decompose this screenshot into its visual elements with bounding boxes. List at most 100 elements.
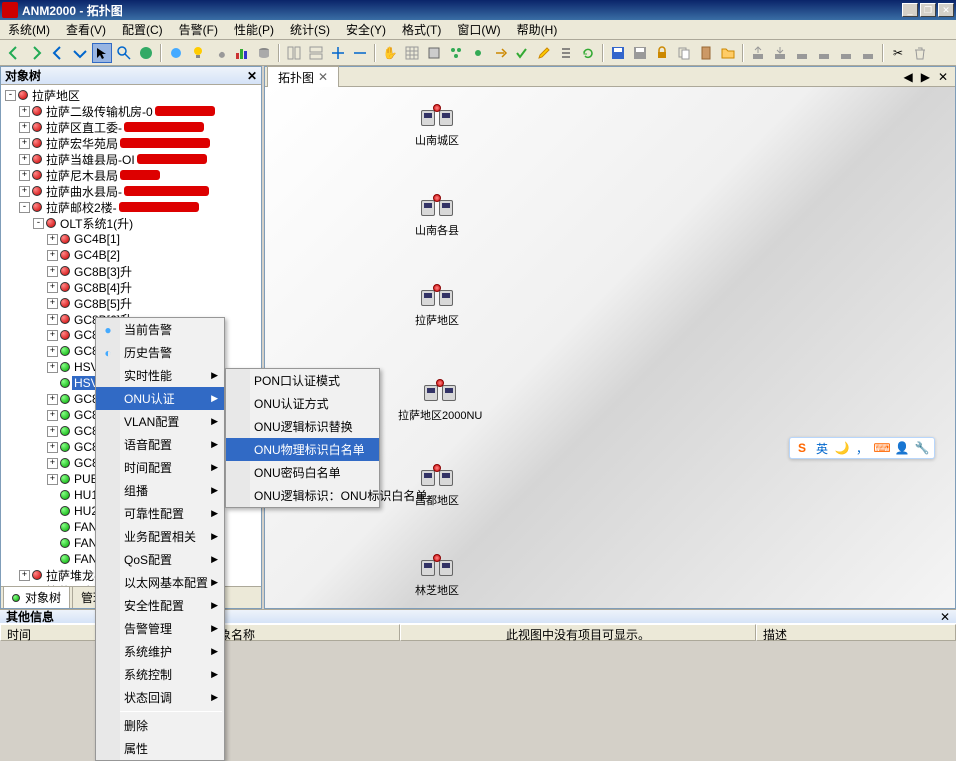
ime-user-icon[interactable]: 👤 — [894, 440, 910, 456]
menu-item[interactable]: 实时性能▶ — [96, 364, 224, 387]
expand-icon[interactable]: + — [19, 154, 30, 165]
ime-moon-icon[interactable]: 🌙 — [834, 440, 850, 456]
tab-topology[interactable]: 拓扑图 ✕ — [267, 66, 339, 88]
tool-lock-icon[interactable] — [652, 43, 672, 63]
tool-list-icon[interactable] — [556, 43, 576, 63]
menu-item[interactable]: 系统控制▶ — [96, 663, 224, 686]
tool-check-icon[interactable] — [512, 43, 532, 63]
expand-icon[interactable]: + — [47, 394, 58, 405]
tool-cut-icon[interactable]: ✂ — [888, 43, 908, 63]
ime-lang-button[interactable]: 英 — [814, 440, 830, 456]
tree-node[interactable]: -OLT系统1(升) — [1, 215, 261, 231]
tool-export-icon[interactable] — [836, 43, 856, 63]
expand-icon[interactable]: - — [5, 90, 16, 101]
tool-grid-icon[interactable] — [402, 43, 422, 63]
expand-icon[interactable]: + — [19, 170, 30, 181]
topology-canvas[interactable]: S 英 🌙 ， ⌨ 👤 🔧 山南城区山南各县拉萨地区拉萨地区2000NU昌都地区… — [265, 87, 955, 608]
menu-item[interactable]: ONU认证▶ — [96, 387, 224, 410]
menu-item[interactable]: 组播▶ — [96, 479, 224, 502]
tree-root[interactable]: -拉萨地区 — [1, 87, 261, 103]
tool-disk-icon[interactable] — [254, 43, 274, 63]
menu-item[interactable]: 告警管理▶ — [96, 617, 224, 640]
menu-item[interactable]: 属性 — [96, 737, 224, 760]
context-menu[interactable]: ●当前告警◐历史告警实时性能▶ONU认证▶VLAN配置▶语音配置▶时间配置▶组播… — [95, 317, 225, 761]
menu-item[interactable]: VLAN配置▶ — [96, 410, 224, 433]
tree-node[interactable]: +拉萨当雄县局-OI — [1, 151, 261, 167]
topology-node[interactable]: 拉萨地区 — [415, 282, 459, 328]
expand-icon[interactable]: + — [19, 138, 30, 149]
submenu-item[interactable]: ONU认证方式 — [226, 392, 379, 415]
tool-alarm-icon[interactable] — [166, 43, 186, 63]
tree-node[interactable]: +拉萨二级传输机房-0 — [1, 103, 261, 119]
expand-icon[interactable]: + — [19, 106, 30, 117]
tool-paste-icon[interactable] — [696, 43, 716, 63]
menu-item[interactable]: 安全(Y) — [338, 19, 394, 40]
tool-save-icon[interactable] — [608, 43, 628, 63]
tool-group-icon[interactable] — [446, 43, 466, 63]
tool-refresh-icon[interactable] — [578, 43, 598, 63]
menu-item[interactable]: 帮助(H) — [509, 19, 566, 40]
tool-download-icon[interactable] — [770, 43, 790, 63]
tab-close-icon[interactable]: ✕ — [318, 70, 328, 84]
menu-item[interactable]: 时间配置▶ — [96, 456, 224, 479]
submenu-item[interactable]: ONU密码白名单 — [226, 461, 379, 484]
panel-close-icon[interactable]: ✕ — [247, 69, 257, 83]
tree-node[interactable]: +拉萨尼木县局 — [1, 167, 261, 183]
menu-item[interactable]: 删除 — [96, 714, 224, 737]
ime-settings-icon[interactable]: 🔧 — [914, 440, 930, 456]
tool-server-icon[interactable] — [424, 43, 444, 63]
expand-icon[interactable]: + — [47, 426, 58, 437]
tool-expand-icon[interactable] — [328, 43, 348, 63]
menu-item[interactable]: 以太网基本配置▶ — [96, 571, 224, 594]
tree-node[interactable]: +拉萨宏华苑局 — [1, 135, 261, 151]
tab-object-tree[interactable]: 对象树 — [3, 586, 70, 608]
maximize-button[interactable]: ❐ — [920, 3, 936, 17]
tree-node[interactable]: +拉萨区直工委- — [1, 119, 261, 135]
expand-icon[interactable]: + — [47, 442, 58, 453]
tree-node[interactable]: +GC4B[1] — [1, 231, 261, 247]
menu-item[interactable]: 查看(V) — [58, 19, 114, 40]
tool-import-icon[interactable] — [858, 43, 878, 63]
expand-icon[interactable]: + — [47, 458, 58, 469]
tab-closeall-icon[interactable]: ✕ — [935, 70, 951, 84]
menu-item[interactable]: 安全性配置▶ — [96, 594, 224, 617]
expand-icon[interactable]: - — [33, 218, 44, 229]
submenu-item[interactable]: ONU逻辑标识替换 — [226, 415, 379, 438]
tree-node[interactable]: +拉萨曲水县局- — [1, 183, 261, 199]
expand-icon[interactable]: + — [19, 186, 30, 197]
menu-item[interactable]: QoS配置▶ — [96, 548, 224, 571]
tree-node[interactable]: +GC4B[2] — [1, 247, 261, 263]
topology-node[interactable]: 林芝地区 — [415, 552, 459, 598]
tool-left-icon[interactable] — [48, 43, 68, 63]
ime-toolbar[interactable]: S 英 🌙 ， ⌨ 👤 🔧 — [789, 437, 935, 459]
menu-item[interactable]: 可靠性配置▶ — [96, 502, 224, 525]
tool-forward-icon[interactable] — [26, 43, 46, 63]
tool-copy-icon[interactable] — [674, 43, 694, 63]
tool-sync-icon[interactable] — [792, 43, 812, 63]
menu-item[interactable]: 告警(F) — [171, 19, 226, 40]
tab-prev-icon[interactable]: ◀ — [900, 70, 915, 84]
tool-global-icon[interactable] — [136, 43, 156, 63]
tool-chart-icon[interactable] — [232, 43, 252, 63]
menu-item[interactable]: 配置(C) — [114, 19, 171, 40]
tool-back-icon[interactable] — [4, 43, 24, 63]
tool-layout2-icon[interactable] — [306, 43, 326, 63]
expand-icon[interactable]: + — [47, 282, 58, 293]
topology-node[interactable] — [415, 602, 447, 608]
expand-icon[interactable]: + — [47, 346, 58, 357]
menu-item[interactable]: 性能(P) — [226, 19, 282, 40]
tool-down-icon[interactable] — [70, 43, 90, 63]
tool-transfer-icon[interactable] — [814, 43, 834, 63]
expand-icon[interactable]: + — [47, 234, 58, 245]
expand-icon[interactable]: + — [47, 330, 58, 341]
menu-item[interactable]: ◐历史告警 — [96, 341, 224, 364]
tool-edit-icon[interactable] — [534, 43, 554, 63]
tool-select-icon[interactable] — [92, 43, 112, 63]
tool-share-icon[interactable] — [490, 43, 510, 63]
ime-keyboard-icon[interactable]: ⌨ — [874, 440, 890, 456]
info-panel-close-icon[interactable]: ✕ — [940, 610, 950, 624]
menu-item[interactable]: ●当前告警 — [96, 318, 224, 341]
menu-item[interactable]: 窗口(W) — [449, 19, 508, 40]
tool-wrench-icon[interactable] — [210, 43, 230, 63]
menu-item[interactable]: 业务配置相关▶ — [96, 525, 224, 548]
